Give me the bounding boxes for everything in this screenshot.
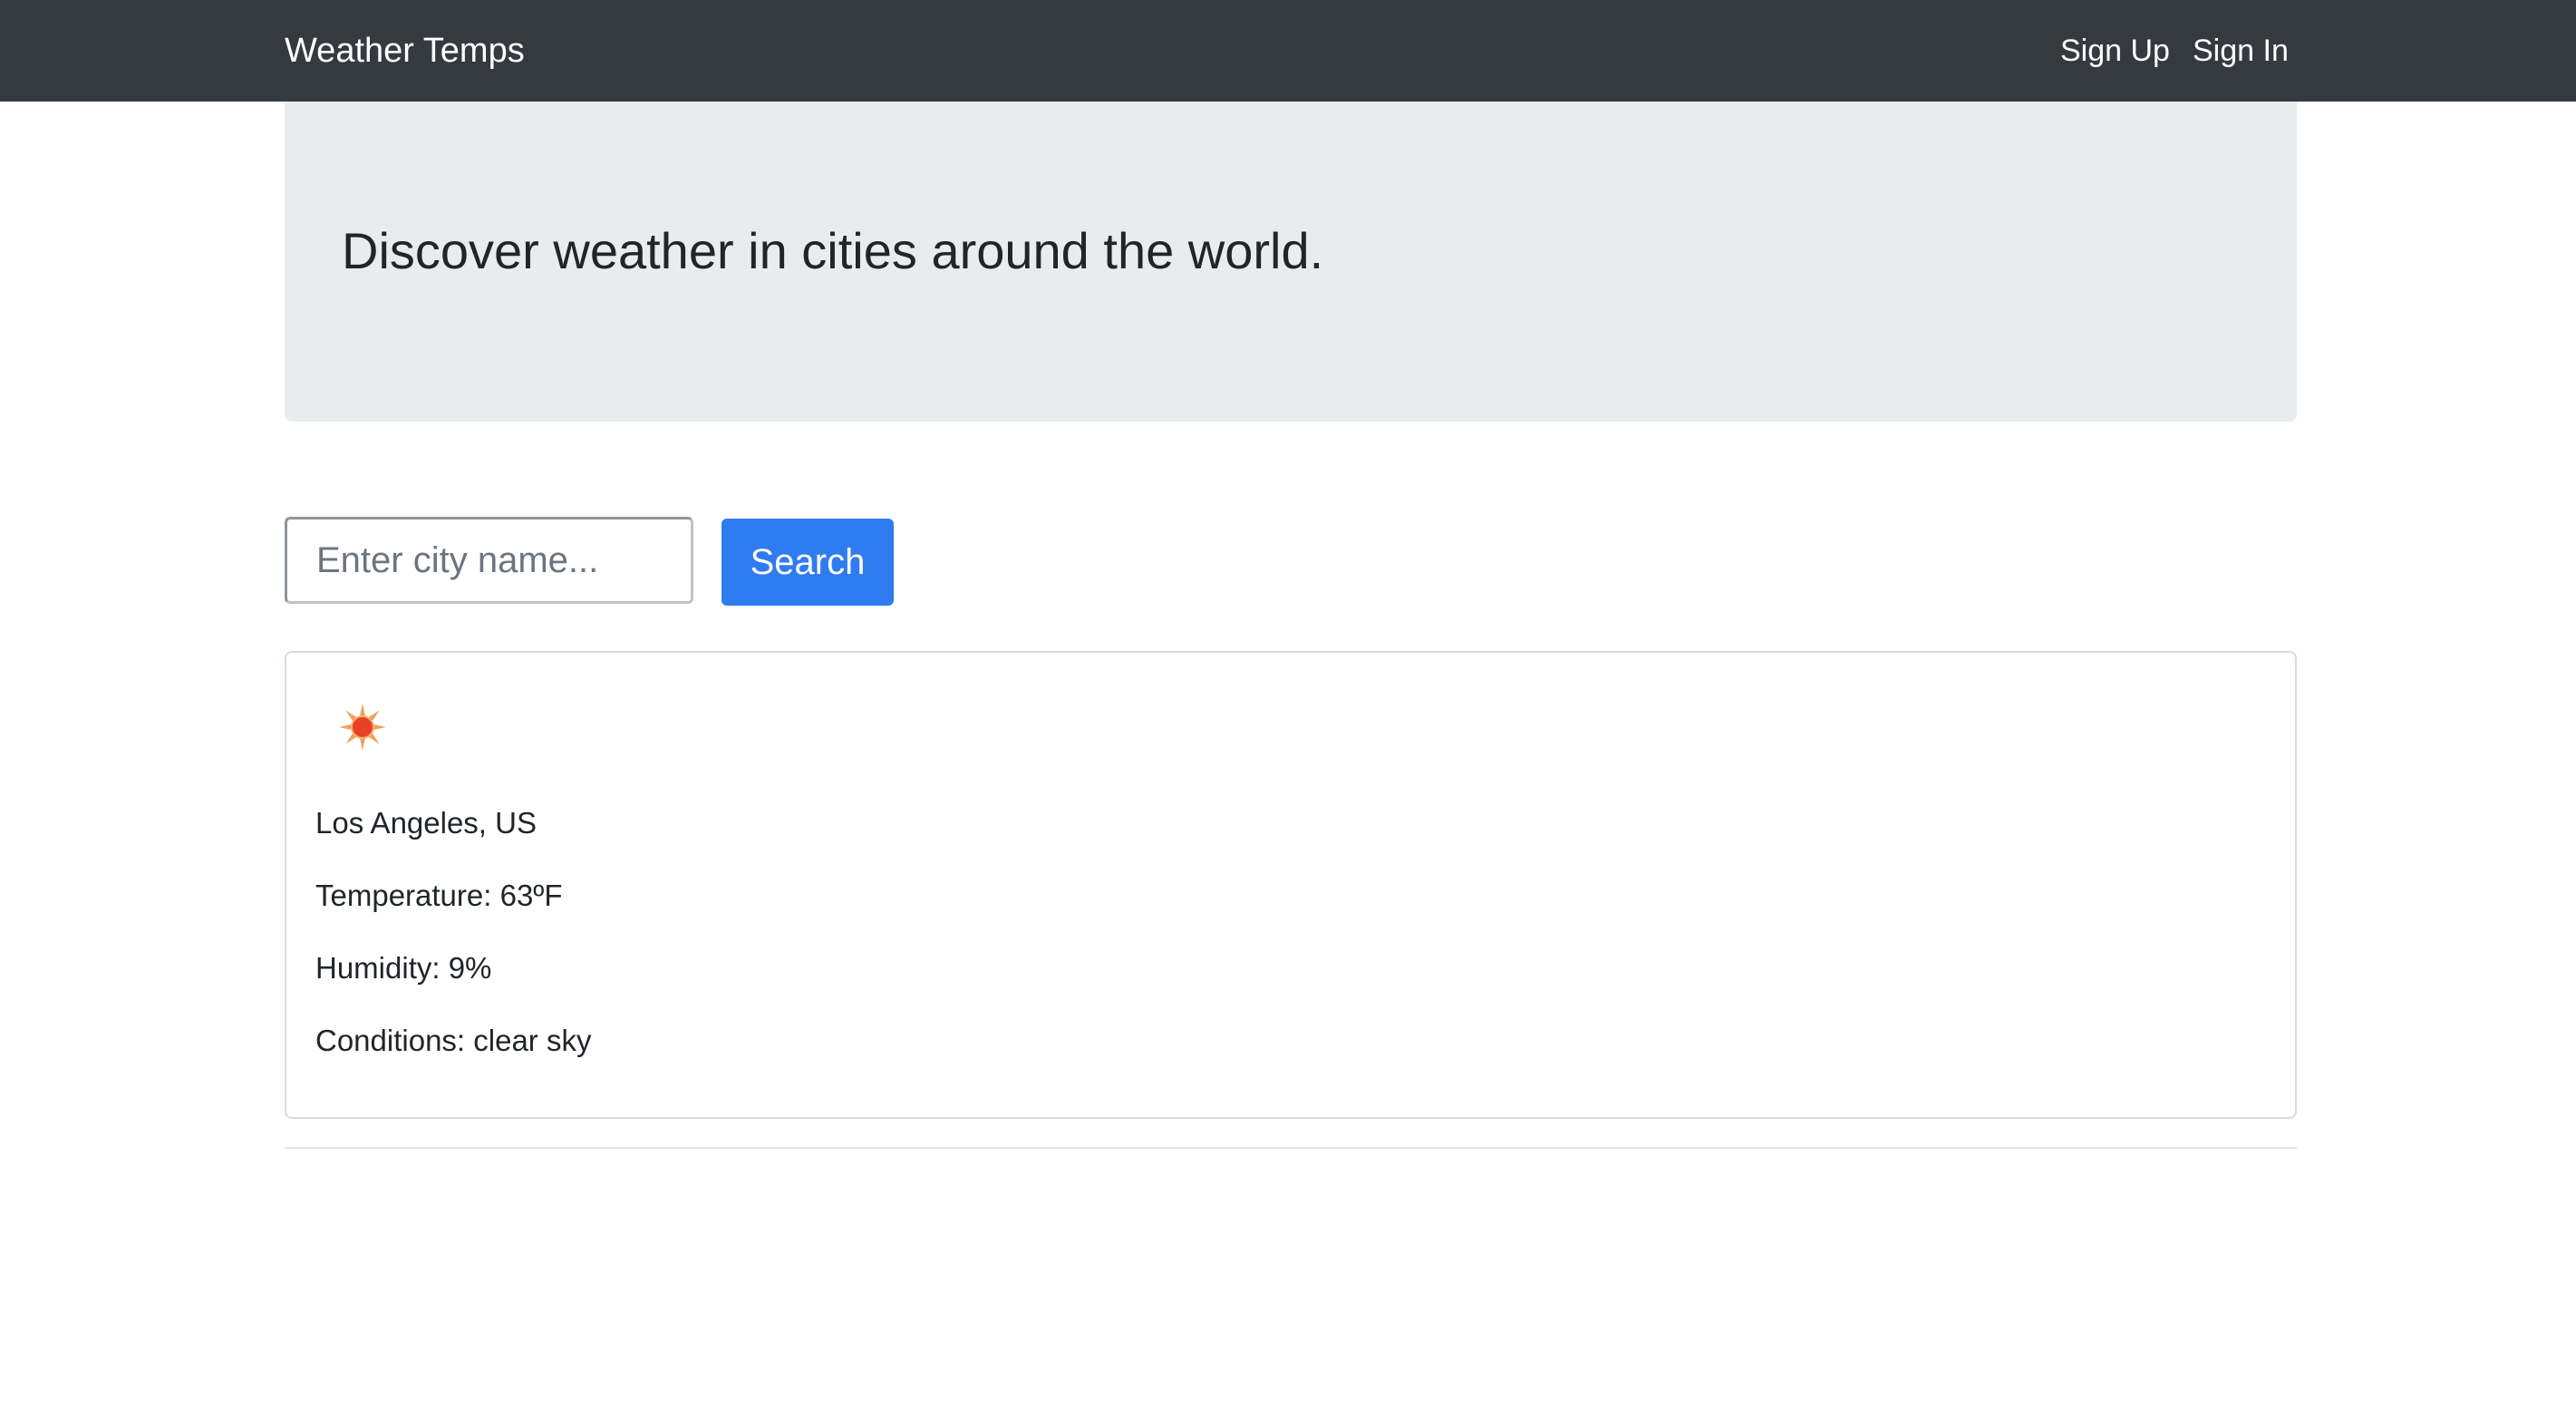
hero-banner: Discover weather in cities around the wo… bbox=[285, 102, 2297, 422]
sign-in-link[interactable]: Sign In bbox=[2193, 27, 2289, 74]
weather-result-card: Los Angeles, US Temperature: 63ºF Humidi… bbox=[285, 651, 2297, 1119]
sign-up-link[interactable]: Sign Up bbox=[2060, 27, 2170, 74]
search-button[interactable]: Search bbox=[721, 519, 894, 606]
city-search-input[interactable] bbox=[285, 517, 693, 604]
navbar: Weather Temps Sign Up Sign In bbox=[0, 0, 2576, 102]
divider bbox=[285, 1147, 2297, 1149]
hero-title: Discover weather in cities around the wo… bbox=[342, 222, 1324, 279]
conditions-text: Conditions: clear sky bbox=[315, 1024, 592, 1057]
sun-icon bbox=[339, 704, 386, 751]
humidity-text: Humidity: 9% bbox=[315, 951, 492, 985]
temperature-text: Temperature: 63ºF bbox=[315, 879, 563, 912]
brand-link[interactable]: Weather Temps bbox=[285, 24, 525, 78]
city-name: Los Angeles, US bbox=[315, 806, 537, 840]
